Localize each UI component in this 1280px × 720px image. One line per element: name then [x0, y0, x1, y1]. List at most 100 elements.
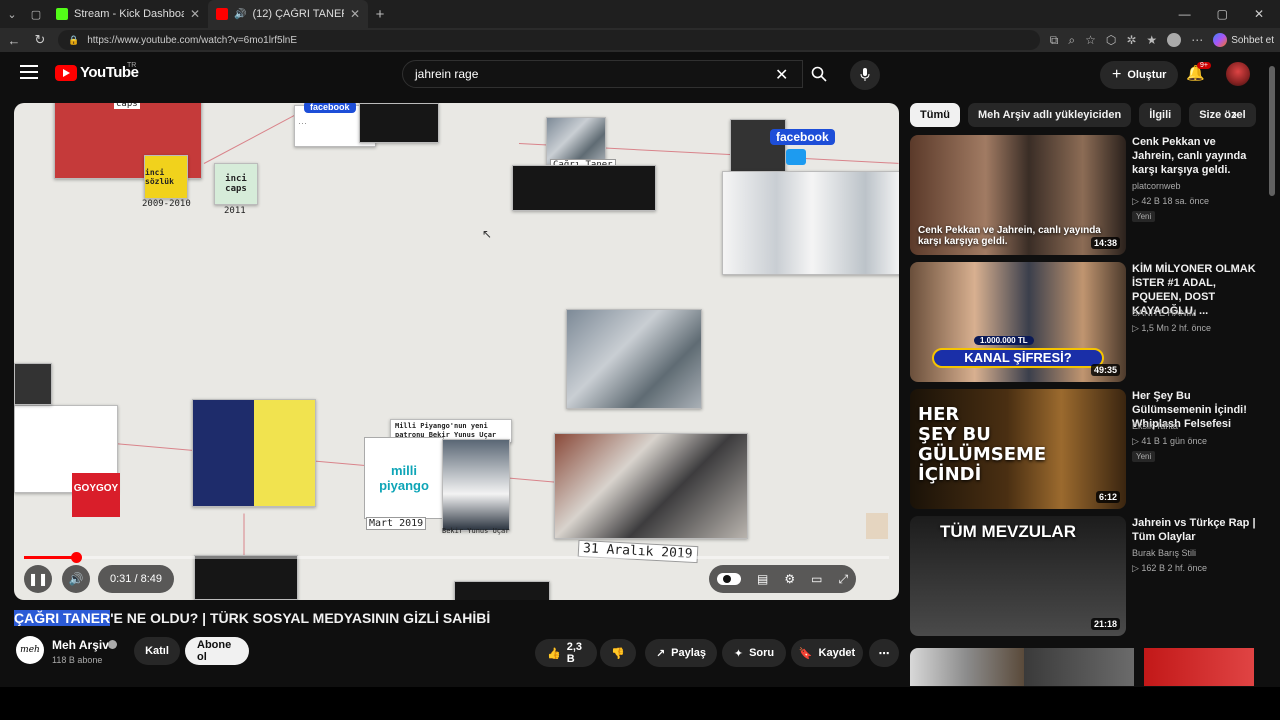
copilot-icon	[1213, 33, 1228, 47]
create-label: Oluştur	[1127, 69, 1167, 81]
recommendation-item[interactable]: HER ŞEY BU GÜLÜMSEME İÇİNDİ 6:12 Her Şey…	[910, 389, 1260, 509]
new-tab-icon[interactable]: +	[368, 2, 392, 26]
subscribe-label: Abone ol	[197, 639, 232, 663]
chip-all[interactable]: Tümü	[910, 103, 960, 127]
audio-icon[interactable]: 🔊	[234, 9, 246, 20]
url-field[interactable]: 🔒 https://www.youtube.com/watch?v=6mo1lr…	[58, 30, 1040, 50]
page-scrollbar[interactable]	[1268, 60, 1276, 685]
share-button[interactable]: ↗ Paylaş	[645, 639, 717, 667]
minimize-icon[interactable]: —	[1179, 7, 1191, 21]
create-button[interactable]: + Oluştur	[1100, 61, 1179, 89]
join-button[interactable]: Katıl	[134, 637, 180, 665]
reload-icon[interactable]: ↻	[32, 32, 48, 48]
video-player[interactable]: caps inci sözlük 2009-2010 inci caps 201…	[14, 103, 899, 600]
app-icon[interactable]: ⧉	[1050, 33, 1059, 48]
video-thumbnail[interactable]: Cenk Pekkan ve Jahrein, canlı yayında ka…	[910, 135, 1126, 255]
tab-kick[interactable]: Stream - Kick Dashboard ✕	[48, 0, 208, 28]
goygoy-logo: GOYGOY	[72, 473, 120, 517]
copilot-button[interactable]: Sohbet et	[1213, 33, 1274, 47]
youtube-logo[interactable]: YouTube	[55, 64, 139, 81]
close-window-icon[interactable]: ✕	[1254, 7, 1264, 21]
search-button[interactable]	[800, 60, 838, 88]
recommendation-item[interactable]: TÜM MEVZULAR 21:18 Jahrein vs Türkçe Rap…	[910, 516, 1260, 636]
extensions-puzzle-icon[interactable]: ✲	[1126, 33, 1136, 47]
maximize-icon[interactable]: ▢	[1217, 7, 1228, 21]
chip-label: İlgili	[1149, 109, 1172, 121]
close-tab-icon[interactable]: ✕	[350, 7, 360, 21]
favorite-star-icon[interactable]: ☆	[1085, 33, 1096, 47]
video-thumbnail[interactable]: HER ŞEY BU GÜLÜMSEME İÇİNDİ 6:12	[910, 389, 1126, 509]
recommendation-item[interactable]: 1.000.000 TL KANAL ŞİFRESİ? 49:35 KİM Mİ…	[910, 262, 1260, 382]
search-query: jahrein rage	[415, 67, 479, 81]
workspaces-icon[interactable]: ▢	[24, 2, 48, 26]
video-thumbnail[interactable]	[1024, 648, 1134, 686]
dislike-button[interactable]: 👎	[600, 639, 636, 667]
voice-search-button[interactable]	[850, 60, 880, 90]
search-input[interactable]: jahrein rage	[402, 60, 803, 88]
pause-button[interactable]: ❚❚	[24, 565, 52, 593]
channel-name[interactable]: Meh Arşiv	[52, 638, 109, 652]
subtitles-icon[interactable]: ▤	[757, 572, 768, 586]
chip-label: Tümü	[920, 109, 950, 121]
recommendation-item[interactable]: Cenk Pekkan ve Jahrein, canlı yayında ka…	[910, 135, 1260, 255]
video-title: ÇAĞRI TANER'E NE OLDU? | TÜRK SOSYAL MED…	[14, 610, 490, 626]
rec-title[interactable]: Jahrein vs Türkçe Rap | Tüm Olaylar	[1132, 516, 1258, 544]
autoplay-toggle[interactable]	[717, 573, 741, 585]
fullscreen-icon[interactable]: ⤢	[838, 572, 848, 587]
subscribe-button[interactable]: Abone ol	[185, 637, 249, 665]
like-button[interactable]: 👍 2,3 B	[535, 639, 597, 667]
inci-sozluk-logo: inci sözlük	[144, 155, 188, 199]
rec-channel[interactable]: Eksik Tahta	[1132, 421, 1178, 431]
rec-channel[interactable]: SANİYE HANIM	[1132, 308, 1197, 318]
save-button[interactable]: 🔖 Kaydet	[791, 639, 863, 667]
scrubber-handle[interactable]	[70, 552, 82, 563]
chip-related[interactable]: İlgili	[1139, 103, 1182, 127]
chip-from-uploader[interactable]: Meh Arşiv adlı yükleyiciden	[967, 103, 1132, 127]
channel-avatar[interactable]: meh	[16, 636, 44, 664]
rec-title[interactable]: Cenk Pekkan ve Jahrein, canlı yayında ka…	[1132, 135, 1258, 177]
video-thumbnail[interactable]: 1.000.000 TL KANAL ŞİFRESİ? 49:35	[910, 262, 1126, 382]
copilot-label: Sohbet et	[1231, 34, 1274, 46]
rec-meta: ▷ 162 B 2 hf. önce	[1132, 563, 1207, 573]
close-tab-icon[interactable]: ✕	[190, 7, 200, 21]
share-icon: ↗	[655, 647, 666, 660]
inci-caps-text: inci caps	[225, 174, 247, 194]
like-count: 2,3 B	[566, 641, 582, 665]
youtube-header: YouTube TR jahrein rage ✕ + Oluştur 🔔 9+	[0, 52, 1280, 96]
settings-gear-icon[interactable]: ⚙	[784, 572, 795, 586]
more-actions-button[interactable]: ⋯	[869, 639, 899, 667]
bottom-strip	[0, 687, 1280, 720]
back-icon[interactable]: ←	[6, 33, 22, 48]
zoom-icon[interactable]: ⌕	[1068, 33, 1075, 48]
new-badge: Yeni	[1132, 211, 1156, 222]
volume-button[interactable]: 🔊	[62, 565, 90, 593]
inci-caps-logo: inci caps	[214, 163, 258, 205]
recommendation-item[interactable]	[910, 648, 1260, 686]
clear-search-icon[interactable]: ✕	[775, 65, 788, 85]
rec-channel[interactable]: platcornweb	[1132, 181, 1181, 191]
tab-title: (12) ÇAĞRI TANER'E NE OLDU?	[252, 8, 343, 20]
more-icon: ⋯	[878, 647, 890, 660]
video-thumbnail[interactable]: TÜM MEVZULAR 21:18	[910, 516, 1126, 636]
favorites-icon[interactable]: ★	[1146, 33, 1157, 47]
hamburger-menu-icon[interactable]	[20, 65, 38, 79]
more-icon[interactable]: ⋯	[1191, 33, 1203, 47]
chevron-right-icon[interactable]: ›	[1232, 106, 1237, 124]
profile-icon[interactable]	[1167, 33, 1182, 47]
tab-youtube[interactable]: 🔊 (12) ÇAĞRI TANER'E NE OLDU? ✕	[208, 0, 368, 28]
chip-for-you[interactable]: Size özel	[1189, 103, 1256, 127]
video-thumbnail[interactable]	[1144, 648, 1254, 686]
extension-icon[interactable]: ⬡	[1106, 33, 1116, 47]
ask-button[interactable]: ✦ Soru	[722, 639, 786, 667]
tab-list-icon[interactable]: ⌄	[0, 2, 24, 26]
rec-channel[interactable]: Burak Barış Stili	[1132, 548, 1196, 558]
video-thumbnail[interactable]	[910, 648, 1024, 686]
year-label: 2009-2010	[142, 199, 191, 209]
scrollbar-thumb[interactable]	[1269, 66, 1275, 196]
browser-tab-bar: ⌄ ▢ Stream - Kick Dashboard ✕ 🔊 (12) ÇAĞ…	[0, 0, 1280, 28]
volume-icon: 🔊	[68, 572, 84, 586]
account-avatar[interactable]	[1226, 62, 1250, 86]
progress-bar[interactable]	[24, 552, 889, 563]
theater-mode-icon[interactable]: ▭	[811, 572, 822, 586]
thumbs-up-icon: 👍	[547, 647, 561, 660]
